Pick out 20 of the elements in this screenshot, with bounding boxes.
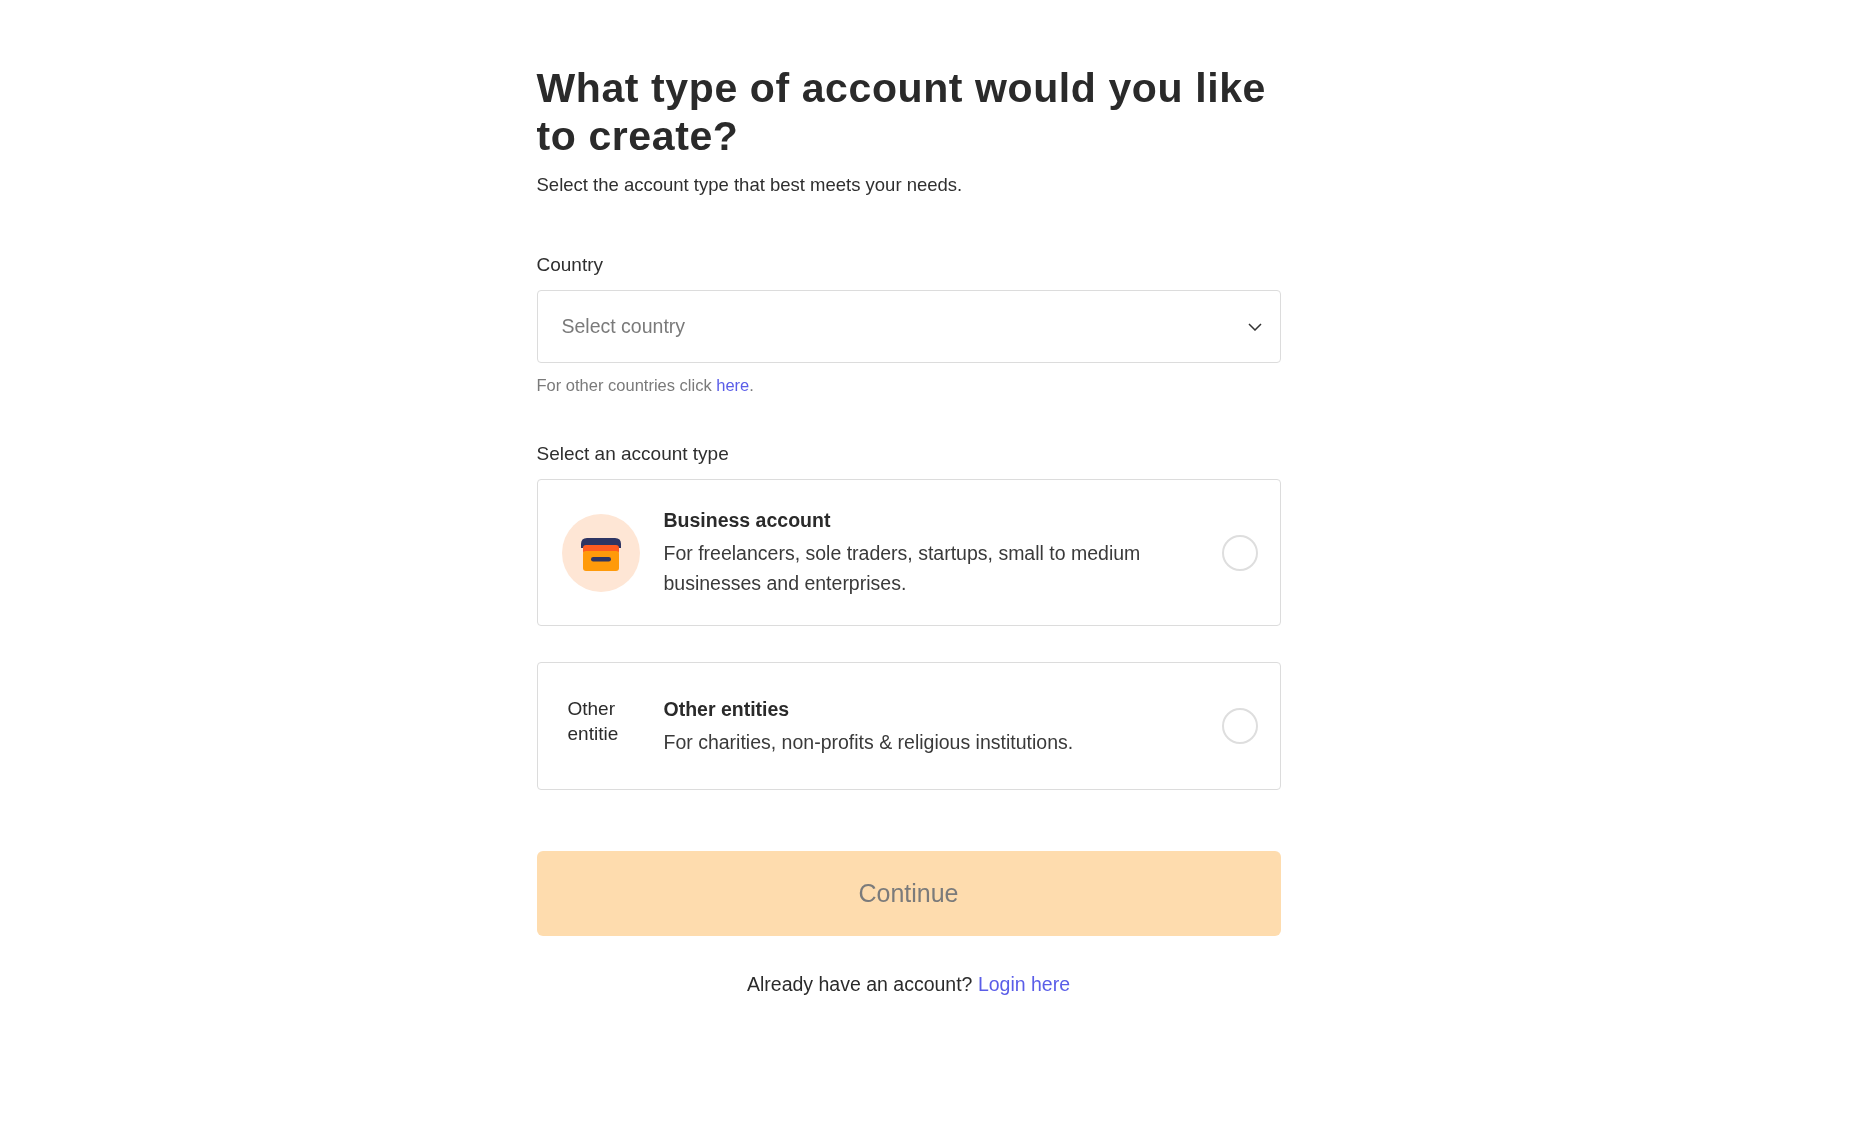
hint-text: For other countries click here. — [536, 375, 755, 396]
option-title: Business account — [663, 508, 832, 533]
login-prompt: Already have an account? Login here — [745, 972, 1072, 997]
account-type-card[interactable]: Other entitie Other entities For charities, non-profits & religious institutions. — [536, 662, 1281, 790]
option-title: Other entities — [663, 696, 791, 722]
login-link[interactable]: Login here — [977, 973, 1071, 995]
option-description: For freelancers, sole traders, startups, small to medium businesses and enterprises. — [663, 541, 1142, 596]
image-alt-text: Other entitie — [566, 697, 620, 746]
account-type-label: Select an account type — [536, 442, 730, 466]
here-link[interactable]: here — [716, 376, 750, 394]
storefront-icon — [561, 513, 640, 592]
radio-button[interactable] — [1221, 708, 1258, 744]
country-select[interactable]: Select country — [536, 290, 1281, 363]
account-type-card[interactable]: Business account For freelancers, sole traders, startups, small to medium businesses and enterprises. — [536, 479, 1281, 626]
option-description: For charities, non-profits & religious institutions. — [663, 729, 1075, 755]
country-label: Country — [536, 253, 605, 277]
radio-button[interactable] — [1221, 534, 1258, 571]
page-title: What type of account would you like to create? — [536, 64, 1267, 160]
chevron-down-icon — [1247, 322, 1262, 331]
page-subtitle: Select the account type that best meets your needs. — [536, 173, 964, 197]
